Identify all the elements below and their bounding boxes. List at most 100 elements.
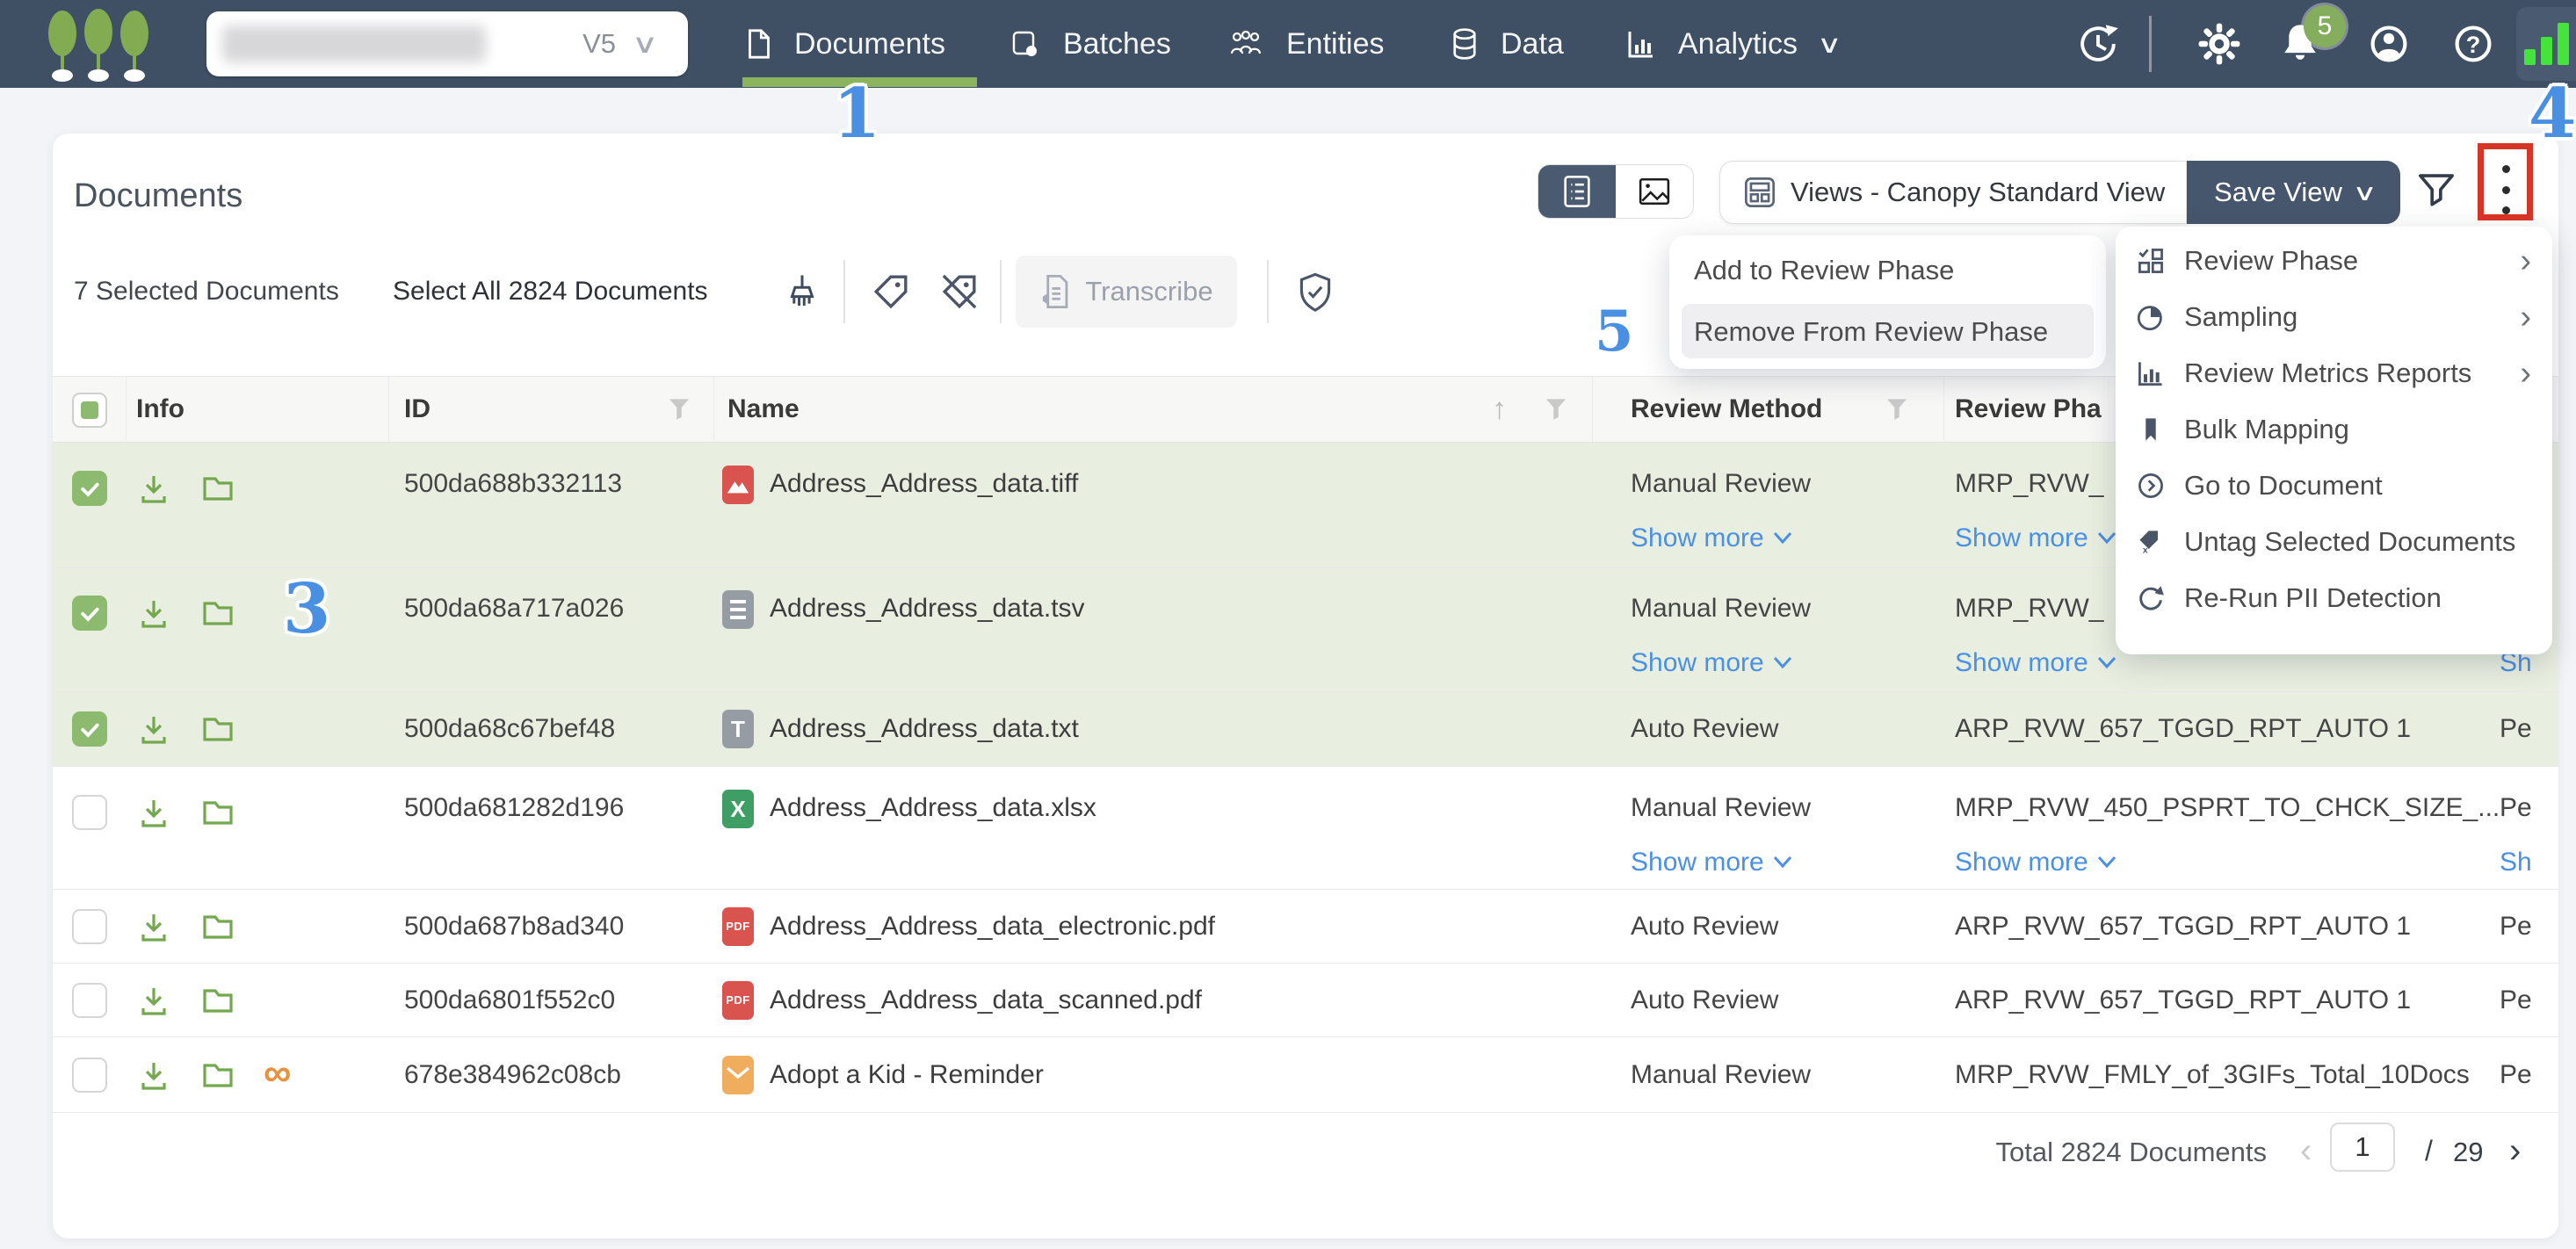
pii-shield-button[interactable] — [1296, 272, 1335, 319]
menu-item-add-to-review-phase[interactable]: Add to Review Phase — [1694, 255, 1954, 286]
show-more-link[interactable]: Show more — [1631, 648, 1792, 678]
metrics-chart-icon — [2137, 359, 2165, 387]
download-icon[interactable] — [136, 795, 171, 830]
notification-count-badge: 5 — [2304, 5, 2346, 47]
save-view-button[interactable]: Save View ∨ — [2187, 161, 2400, 224]
column-header-info[interactable]: Info — [136, 394, 185, 424]
table-row[interactable]: 500da68c67bef48 T Address_Address_data.t… — [53, 692, 2558, 767]
document-name[interactable]: Address_Address_data_electronic.pdf — [770, 912, 1215, 942]
filter-button[interactable] — [2416, 170, 2457, 216]
transcribe-icon — [1039, 274, 1071, 309]
folder-icon[interactable] — [200, 1058, 235, 1093]
chevron-down-icon: ∨ — [632, 29, 659, 60]
column-header-name[interactable]: Name — [727, 394, 800, 424]
menu-item-go-to-document[interactable]: Go to Document — [2116, 458, 2552, 514]
download-icon[interactable] — [136, 596, 171, 631]
menu-item-review-metrics-reports[interactable]: Review Metrics Reports › — [2116, 345, 2552, 401]
menu-item-rerun-pii-detection[interactable]: Re-Run PII Detection — [2116, 570, 2552, 626]
tab-entities[interactable]: Entities — [1228, 0, 1385, 88]
menu-item-remove-from-review-phase[interactable]: Remove From Review Phase — [1682, 304, 2094, 358]
next-page-button[interactable]: › — [2509, 1131, 2521, 1171]
row-checkbox-checked[interactable] — [72, 471, 107, 506]
sort-ascending-icon[interactable]: ↑ — [1492, 393, 1507, 427]
row-checkbox-unchecked[interactable] — [72, 1058, 107, 1093]
document-name[interactable]: Address_Address_data.txt — [770, 714, 1079, 744]
download-icon[interactable] — [136, 471, 171, 506]
row-checkbox-checked[interactable] — [72, 596, 107, 631]
show-more-link[interactable]: Show more — [1631, 523, 1792, 553]
download-icon[interactable] — [136, 711, 171, 747]
menu-item-sampling[interactable]: Sampling › — [2116, 289, 2552, 345]
menu-item-bulk-mapping[interactable]: Bulk Mapping — [2116, 401, 2552, 458]
annotation-red-box — [2478, 143, 2533, 220]
download-icon[interactable] — [136, 909, 171, 944]
clean-button[interactable] — [782, 272, 822, 317]
document-name[interactable]: Address_Address_data.tiff — [770, 469, 1078, 499]
column-header-review-method[interactable]: Review Method — [1631, 394, 1822, 424]
canopy-logo[interactable] — [46, 9, 151, 81]
show-more-link[interactable]: Show more — [1631, 848, 1792, 877]
select-all-checkbox[interactable] — [72, 393, 107, 428]
select-all-link[interactable]: Select All 2824 Documents — [393, 274, 708, 309]
table-row[interactable]: 500da681282d196 X Address_Address_data.x… — [53, 767, 2558, 890]
tab-label: Data — [1501, 27, 1564, 61]
account-button[interactable] — [2365, 0, 2413, 88]
document-name[interactable]: Adopt a Kid - Reminder — [770, 1060, 1044, 1090]
file-icon-pdf: PDF — [722, 981, 754, 1020]
transcribe-button[interactable]: Transcribe — [1016, 256, 1237, 328]
menu-item-untag-selected-documents[interactable]: x Untag Selected Documents — [2116, 514, 2552, 570]
tab-data[interactable]: Data — [1451, 0, 1564, 88]
page-number-input[interactable]: 1 — [2330, 1123, 2395, 1172]
folder-icon[interactable] — [200, 909, 235, 944]
folder-icon[interactable] — [200, 795, 235, 830]
review-method-value: Manual Review — [1631, 594, 1811, 624]
column-header-id[interactable]: ID — [404, 394, 431, 424]
filter-funnel-icon[interactable] — [1887, 399, 1907, 420]
document-name[interactable]: Address_Address_data.xlsx — [770, 793, 1096, 823]
show-more-link[interactable]: Show more — [1955, 648, 2117, 678]
history-button[interactable] — [2073, 0, 2123, 88]
row-checkbox-unchecked[interactable] — [72, 983, 107, 1018]
column-header-review-phase[interactable]: Review Pha — [1955, 394, 2102, 424]
filter-funnel-icon[interactable] — [669, 399, 689, 420]
tab-batches[interactable]: Batches — [1010, 0, 1171, 88]
tree-icon — [46, 9, 79, 83]
tab-analytics[interactable]: Analytics ∨ — [1625, 0, 1839, 88]
settings-button[interactable] — [2196, 0, 2242, 88]
show-more-link[interactable]: Show more — [1955, 523, 2117, 553]
table-row[interactable]: 500da6801f552c0 PDF Address_Address_data… — [53, 964, 2558, 1037]
show-more-link-clipped[interactable]: Sh — [2500, 848, 2558, 877]
go-to-document-icon — [2137, 472, 2165, 500]
menu-item-review-phase[interactable]: Review Phase › — [2116, 233, 2552, 289]
folder-icon[interactable] — [200, 471, 235, 506]
annotation-number-5: 5 — [1595, 299, 1634, 365]
family-link-icon[interactable]: ∞ — [264, 1058, 299, 1093]
workspace-selector[interactable]: V5 ∨ — [206, 11, 688, 76]
filter-funnel-icon[interactable] — [1546, 399, 1566, 420]
show-more-link[interactable]: Show more — [1955, 848, 2117, 877]
help-button[interactable]: ? — [2449, 0, 2497, 88]
file-icon-txt: T — [722, 710, 754, 748]
row-checkbox-unchecked[interactable] — [72, 909, 107, 944]
image-view-button[interactable] — [1616, 165, 1693, 218]
download-icon[interactable] — [136, 983, 171, 1018]
table-view-button[interactable] — [1538, 165, 1616, 218]
database-icon — [1451, 28, 1478, 60]
download-icon[interactable] — [136, 1058, 171, 1093]
document-name[interactable]: Address_Address_data_scanned.pdf — [770, 985, 1202, 1015]
tree-icon — [118, 9, 151, 83]
table-row[interactable]: 500da687b8ad340 PDF Address_Address_data… — [53, 890, 2558, 964]
folder-icon[interactable] — [200, 596, 235, 631]
tag-button[interactable] — [872, 272, 910, 315]
views-selector[interactable]: Views - Canopy Standard View — [1719, 161, 2187, 224]
folder-icon[interactable] — [200, 711, 235, 747]
folder-icon[interactable] — [200, 983, 235, 1018]
row-checkbox-unchecked[interactable] — [72, 795, 107, 830]
more-actions-menu: Review Phase › Sampling › Review Metrics… — [2116, 227, 2552, 654]
row-checkbox-checked[interactable] — [72, 711, 107, 747]
document-name[interactable]: Address_Address_data.tsv — [770, 594, 1085, 624]
table-row[interactable]: ∞ 678e384962c08cb Adopt a Kid - Reminder… — [53, 1037, 2558, 1113]
untag-button[interactable] — [940, 272, 979, 315]
widgets-panel-button[interactable] — [2516, 7, 2576, 81]
previous-page-button[interactable]: ‹ — [2300, 1131, 2312, 1171]
